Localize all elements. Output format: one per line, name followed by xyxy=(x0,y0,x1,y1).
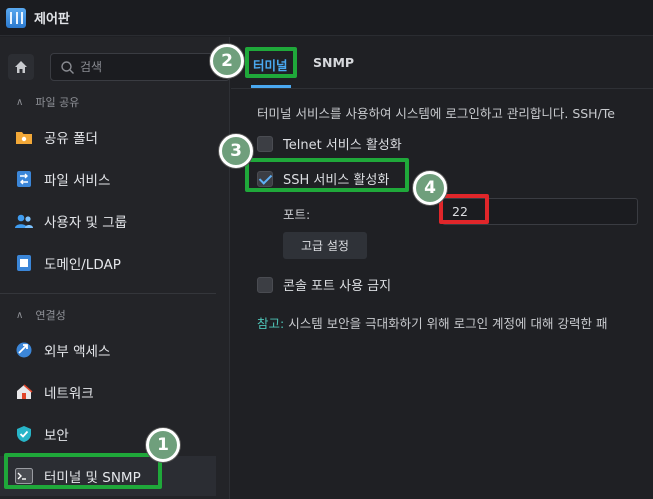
annotation-badge-4: 4 xyxy=(413,171,447,205)
section-label: 연결성 xyxy=(35,309,66,322)
console-label: 콘솔 포트 사용 금지 xyxy=(283,279,392,294)
network-icon xyxy=(14,382,34,402)
divider xyxy=(0,293,216,294)
tab-bar: 터미널 SNMP xyxy=(231,37,653,89)
description-text: 터미널 서비스를 사용하여 시스템에 로그인하고 관리합니다. SSH/Te xyxy=(257,106,615,121)
note-text: 참고: 시스템 보안을 극대화하기 위해 로그인 계정에 대해 강력한 패 xyxy=(257,313,607,332)
ssh-checkbox[interactable] xyxy=(257,170,273,187)
sidebar-item-external-access[interactable]: 외부 액세스 xyxy=(0,330,216,370)
search-box[interactable] xyxy=(50,53,230,81)
annotation-badge-3: 3 xyxy=(219,134,253,168)
port-label: 포트: xyxy=(283,207,311,222)
sidebar-item-file-services[interactable]: 파일 서비스 xyxy=(0,159,216,199)
sidebar-item-network[interactable]: 네트워크 xyxy=(0,372,216,412)
sidebar-item-domain-ldap[interactable]: 도메인/LDAP xyxy=(0,243,216,283)
window-title: 제어판 xyxy=(34,12,70,27)
sidebar-item-label: 터미널 및 SNMP xyxy=(44,470,141,486)
annotation-badge-2: 2 xyxy=(210,44,244,78)
section-label: 파일 공유 xyxy=(35,96,80,109)
sidebar-item-label: 보안 xyxy=(44,428,69,444)
section-connectivity[interactable]: ∧ 연결성 xyxy=(16,307,66,323)
external-access-icon xyxy=(14,340,34,360)
section-file-sharing[interactable]: ∧ 파일 공유 xyxy=(16,94,79,110)
console-checkbox-row[interactable]: 콘솔 포트 사용 금지 xyxy=(257,275,391,294)
home-button[interactable] xyxy=(8,54,34,80)
annotation-badge-1: 1 xyxy=(146,428,180,462)
active-tab-indicator xyxy=(251,85,291,88)
users-icon xyxy=(14,211,34,231)
ssh-label: SSH 서비스 활성화 xyxy=(283,173,390,188)
sidebar-item-label: 사용자 및 그룹 xyxy=(44,215,128,231)
sidebar-item-label: 네트워크 xyxy=(44,386,94,402)
note-body: 시스템 보안을 극대화하기 위해 로그인 계정에 대해 강력한 패 xyxy=(284,316,608,331)
sidebar-item-terminal-snmp[interactable]: 터미널 및 SNMP xyxy=(0,456,216,496)
main-panel: 터미널 SNMP 터미널 서비스를 사용하여 시스템에 로그인하고 관리합니다.… xyxy=(231,37,653,499)
telnet-checkbox[interactable] xyxy=(257,135,273,152)
home-icon xyxy=(15,61,27,73)
file-services-icon xyxy=(14,169,34,189)
ssh-checkbox-row[interactable]: SSH 서비스 활성화 xyxy=(257,169,389,188)
domain-icon xyxy=(14,253,34,273)
title-bar: 제어판 xyxy=(0,0,653,36)
advanced-settings-button[interactable]: 고급 설정 xyxy=(283,232,367,259)
sidebar-item-label: 공유 폴더 xyxy=(44,131,98,147)
shared-folder-icon xyxy=(14,127,34,147)
tab-snmp[interactable]: SNMP xyxy=(313,55,354,70)
chevron-up-icon: ∧ xyxy=(16,309,24,321)
port-input[interactable] xyxy=(442,198,638,225)
terminal-icon xyxy=(14,466,34,486)
tab-terminal[interactable]: 터미널 xyxy=(253,55,288,74)
sidebar-item-security[interactable]: 보안 xyxy=(0,414,216,454)
shield-icon xyxy=(14,424,34,444)
console-checkbox[interactable] xyxy=(257,276,273,293)
sidebar-item-shared-folder[interactable]: 공유 폴더 xyxy=(0,117,216,157)
telnet-label: Telnet 서비스 활성화 xyxy=(283,138,402,153)
sidebar: ∧ 파일 공유 공유 폴더 파일 서비스 사용자 및 그룹 도메인/LDAP ∧… xyxy=(0,37,230,499)
sidebar-item-label: 도메인/LDAP xyxy=(44,257,121,273)
search-input[interactable] xyxy=(80,60,220,74)
sidebar-item-label: 외부 액세스 xyxy=(44,344,111,360)
search-icon xyxy=(61,60,74,74)
sidebar-item-label: 파일 서비스 xyxy=(44,173,111,189)
note-label: 참고: xyxy=(257,316,285,331)
telnet-checkbox-row[interactable]: Telnet 서비스 활성화 xyxy=(257,134,402,153)
sidebar-item-users-groups[interactable]: 사용자 및 그룹 xyxy=(0,201,216,241)
control-panel-icon xyxy=(6,7,26,28)
chevron-up-icon: ∧ xyxy=(16,96,24,108)
